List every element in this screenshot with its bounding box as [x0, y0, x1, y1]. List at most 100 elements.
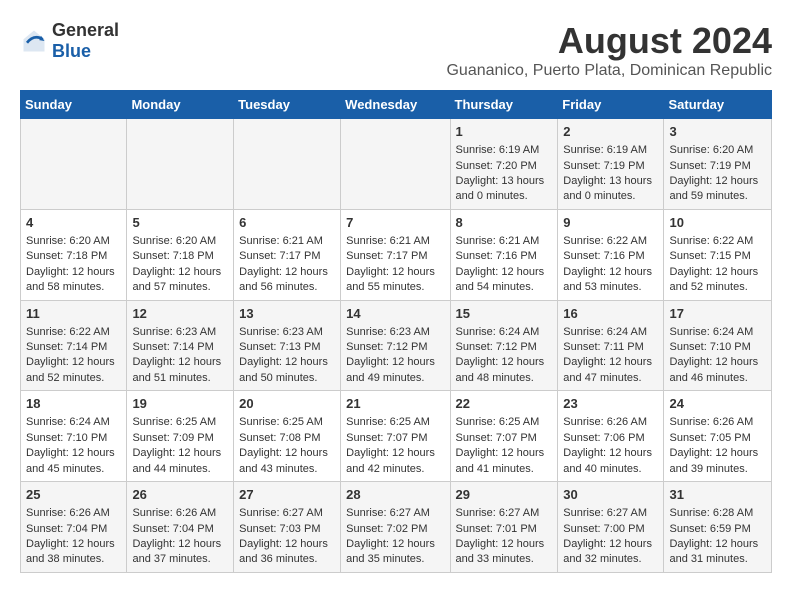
calendar-cell: 30Sunrise: 6:27 AMSunset: 7:00 PMDayligh…	[558, 482, 664, 573]
sunrise-text: Sunrise: 6:24 AM	[26, 415, 121, 430]
week-row-4: 18Sunrise: 6:24 AMSunset: 7:10 PMDayligh…	[21, 391, 772, 482]
header-day-thursday: Thursday	[450, 91, 558, 119]
sunset-text: Sunset: 7:05 PM	[669, 431, 766, 446]
sunrise-text: Sunrise: 6:26 AM	[563, 415, 658, 430]
daylight-text: Daylight: 12 hours and 45 minutes.	[26, 446, 121, 477]
day-number: 25	[26, 486, 121, 504]
calendar-cell: 21Sunrise: 6:25 AMSunset: 7:07 PMDayligh…	[341, 391, 450, 482]
header-row: SundayMondayTuesdayWednesdayThursdayFrid…	[21, 91, 772, 119]
daylight-text: Daylight: 12 hours and 44 minutes.	[132, 446, 228, 477]
sunrise-text: Sunrise: 6:22 AM	[26, 325, 121, 340]
sunrise-text: Sunrise: 6:26 AM	[26, 506, 121, 521]
sunset-text: Sunset: 7:12 PM	[346, 340, 444, 355]
calendar-cell: 19Sunrise: 6:25 AMSunset: 7:09 PMDayligh…	[127, 391, 234, 482]
sunset-text: Sunset: 7:02 PM	[346, 522, 444, 537]
sunrise-text: Sunrise: 6:19 AM	[563, 143, 658, 158]
daylight-text: Daylight: 12 hours and 52 minutes.	[669, 265, 766, 296]
daylight-text: Daylight: 12 hours and 43 minutes.	[239, 446, 335, 477]
sunrise-text: Sunrise: 6:23 AM	[132, 325, 228, 340]
day-number: 12	[132, 305, 228, 323]
daylight-text: Daylight: 12 hours and 40 minutes.	[563, 446, 658, 477]
sunrise-text: Sunrise: 6:26 AM	[132, 506, 228, 521]
sunset-text: Sunset: 7:10 PM	[669, 340, 766, 355]
sunrise-text: Sunrise: 6:21 AM	[346, 234, 444, 249]
sunrise-text: Sunrise: 6:22 AM	[669, 234, 766, 249]
sunrise-text: Sunrise: 6:21 AM	[456, 234, 553, 249]
calendar-table: SundayMondayTuesdayWednesdayThursdayFrid…	[20, 90, 772, 573]
calendar-cell	[21, 119, 127, 210]
day-number: 10	[669, 214, 766, 232]
calendar-cell: 5Sunrise: 6:20 AMSunset: 7:18 PMDaylight…	[127, 209, 234, 300]
sunrise-text: Sunrise: 6:27 AM	[456, 506, 553, 521]
sunset-text: Sunset: 7:14 PM	[26, 340, 121, 355]
subtitle: Guananico, Puerto Plata, Dominican Repub…	[446, 62, 772, 80]
calendar-cell: 23Sunrise: 6:26 AMSunset: 7:06 PMDayligh…	[558, 391, 664, 482]
day-number: 19	[132, 395, 228, 413]
day-number: 31	[669, 486, 766, 504]
sunrise-text: Sunrise: 6:20 AM	[132, 234, 228, 249]
sunrise-text: Sunrise: 6:20 AM	[669, 143, 766, 158]
day-number: 1	[456, 123, 553, 141]
daylight-text: Daylight: 12 hours and 56 minutes.	[239, 265, 335, 296]
day-number: 7	[346, 214, 444, 232]
logo-blue: Blue	[52, 41, 91, 61]
calendar-cell: 9Sunrise: 6:22 AMSunset: 7:16 PMDaylight…	[558, 209, 664, 300]
calendar-cell: 1Sunrise: 6:19 AMSunset: 7:20 PMDaylight…	[450, 119, 558, 210]
day-number: 17	[669, 305, 766, 323]
day-number: 6	[239, 214, 335, 232]
sunrise-text: Sunrise: 6:23 AM	[239, 325, 335, 340]
sunrise-text: Sunrise: 6:22 AM	[563, 234, 658, 249]
calendar-cell: 14Sunrise: 6:23 AMSunset: 7:12 PMDayligh…	[341, 300, 450, 391]
calendar-cell: 3Sunrise: 6:20 AMSunset: 7:19 PMDaylight…	[664, 119, 772, 210]
week-row-5: 25Sunrise: 6:26 AMSunset: 7:04 PMDayligh…	[21, 482, 772, 573]
day-number: 13	[239, 305, 335, 323]
day-number: 3	[669, 123, 766, 141]
day-number: 24	[669, 395, 766, 413]
daylight-text: Daylight: 12 hours and 31 minutes.	[669, 537, 766, 568]
sunset-text: Sunset: 7:18 PM	[132, 249, 228, 264]
day-number: 4	[26, 214, 121, 232]
sunrise-text: Sunrise: 6:24 AM	[563, 325, 658, 340]
calendar-cell: 24Sunrise: 6:26 AMSunset: 7:05 PMDayligh…	[664, 391, 772, 482]
daylight-text: Daylight: 12 hours and 38 minutes.	[26, 537, 121, 568]
header-day-wednesday: Wednesday	[341, 91, 450, 119]
calendar-cell: 20Sunrise: 6:25 AMSunset: 7:08 PMDayligh…	[234, 391, 341, 482]
sunset-text: Sunset: 7:00 PM	[563, 522, 658, 537]
sunrise-text: Sunrise: 6:23 AM	[346, 325, 444, 340]
daylight-text: Daylight: 12 hours and 35 minutes.	[346, 537, 444, 568]
daylight-text: Daylight: 12 hours and 32 minutes.	[563, 537, 658, 568]
sunrise-text: Sunrise: 6:28 AM	[669, 506, 766, 521]
daylight-text: Daylight: 12 hours and 57 minutes.	[132, 265, 228, 296]
header-day-monday: Monday	[127, 91, 234, 119]
calendar-cell: 13Sunrise: 6:23 AMSunset: 7:13 PMDayligh…	[234, 300, 341, 391]
daylight-text: Daylight: 12 hours and 49 minutes.	[346, 355, 444, 386]
sunrise-text: Sunrise: 6:21 AM	[239, 234, 335, 249]
day-number: 26	[132, 486, 228, 504]
logo-general: General	[52, 20, 119, 40]
calendar-cell: 10Sunrise: 6:22 AMSunset: 7:15 PMDayligh…	[664, 209, 772, 300]
sunset-text: Sunset: 7:03 PM	[239, 522, 335, 537]
sunrise-text: Sunrise: 6:24 AM	[456, 325, 553, 340]
daylight-text: Daylight: 12 hours and 51 minutes.	[132, 355, 228, 386]
daylight-text: Daylight: 12 hours and 39 minutes.	[669, 446, 766, 477]
title-area: August 2024 Guananico, Puerto Plata, Dom…	[446, 20, 772, 80]
day-number: 30	[563, 486, 658, 504]
calendar-cell: 31 Sunrise: 6:28 AMSunset: 6:59 PMDayligh…	[664, 482, 772, 573]
sunrise-text: Sunrise: 6:27 AM	[346, 506, 444, 521]
sunrise-text: Sunrise: 6:25 AM	[456, 415, 553, 430]
sunrise-text: Sunrise: 6:27 AM	[239, 506, 335, 521]
calendar-cell: 17Sunrise: 6:24 AMSunset: 7:10 PMDayligh…	[664, 300, 772, 391]
sunset-text: Sunset: 6:59 PM	[669, 522, 766, 537]
week-row-1: 1Sunrise: 6:19 AMSunset: 7:20 PMDaylight…	[21, 119, 772, 210]
sunset-text: Sunset: 7:07 PM	[456, 431, 553, 446]
day-number: 23	[563, 395, 658, 413]
sunset-text: Sunset: 7:14 PM	[132, 340, 228, 355]
sunset-text: Sunset: 7:19 PM	[669, 159, 766, 174]
day-number: 28	[346, 486, 444, 504]
day-number: 8	[456, 214, 553, 232]
sunset-text: Sunset: 7:04 PM	[132, 522, 228, 537]
calendar-cell: 6Sunrise: 6:21 AMSunset: 7:17 PMDaylight…	[234, 209, 341, 300]
daylight-text: Daylight: 12 hours and 33 minutes.	[456, 537, 553, 568]
daylight-text: Daylight: 13 hours and 0 minutes.	[456, 174, 553, 205]
daylight-text: Daylight: 13 hours and 0 minutes.	[563, 174, 658, 205]
